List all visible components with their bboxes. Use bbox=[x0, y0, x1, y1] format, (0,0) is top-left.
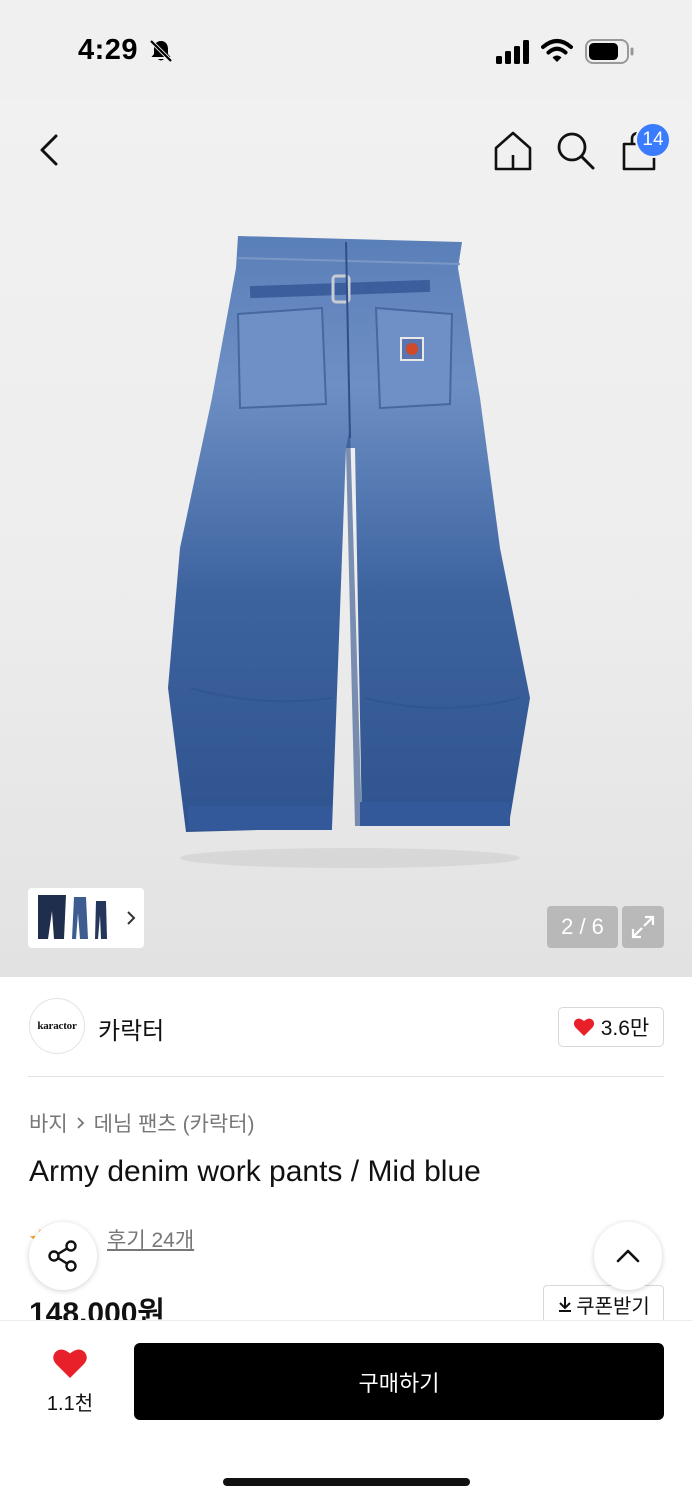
buy-button[interactable]: 구매하기 bbox=[134, 1343, 664, 1420]
home-icon[interactable] bbox=[490, 128, 536, 174]
expand-button[interactable] bbox=[622, 906, 664, 948]
status-time: 4:29 bbox=[78, 34, 139, 66]
thumbnail-image[interactable] bbox=[34, 893, 112, 943]
chevron-right-icon[interactable] bbox=[126, 910, 136, 926]
scroll-to-top-button[interactable] bbox=[594, 1222, 662, 1290]
brand-like-button[interactable]: 3.6만 bbox=[558, 1007, 664, 1047]
home-indicator[interactable] bbox=[223, 1478, 470, 1486]
brand-avatar[interactable]: karactor bbox=[29, 998, 85, 1054]
back-icon[interactable] bbox=[28, 128, 72, 172]
coupon-label: 쿠폰받기 bbox=[576, 1295, 650, 1318]
thumbnail-strip[interactable] bbox=[28, 888, 144, 948]
expand-icon bbox=[631, 915, 655, 939]
product-gallery[interactable]: 14 2 / 6 bbox=[0, 100, 692, 977]
share-button[interactable] bbox=[29, 1222, 97, 1290]
chevron-up-icon bbox=[616, 1249, 640, 1263]
brand-logo-text: karactor bbox=[37, 1020, 77, 1032]
coupon-button[interactable]: 쿠폰받기 bbox=[543, 1285, 664, 1323]
heart-icon bbox=[53, 1349, 87, 1378]
breadcrumb-item-category[interactable]: 바지 bbox=[29, 1108, 68, 1138]
bottom-action-bar: 1.1천 구매하기 bbox=[0, 1320, 692, 1500]
battery-icon bbox=[585, 39, 634, 64]
search-icon[interactable] bbox=[553, 128, 599, 174]
status-bar: 4:29 bbox=[0, 0, 692, 100]
divider bbox=[28, 1076, 664, 1077]
breadcrumb: 바지 데님 팬츠 (카락터) bbox=[29, 1108, 255, 1138]
image-page-counter: 2 / 6 bbox=[547, 906, 618, 948]
wishlist-button[interactable]: 1.1천 bbox=[28, 1347, 112, 1419]
brand-like-count: 3.6만 bbox=[600, 1017, 650, 1040]
signal-icon bbox=[496, 40, 529, 64]
chevron-right-icon bbox=[77, 1117, 84, 1129]
wishlist-count: 1.1천 bbox=[46, 1393, 94, 1415]
heart-icon bbox=[573, 1018, 594, 1036]
cart-count-badge: 14 bbox=[635, 122, 671, 158]
breadcrumb-item-subcategory[interactable]: 데님 팬츠 (카락터) bbox=[94, 1108, 255, 1138]
share-icon bbox=[48, 1240, 77, 1272]
review-link[interactable]: 후기 24개 bbox=[107, 1224, 194, 1254]
download-icon bbox=[559, 1297, 572, 1312]
wifi-icon bbox=[541, 39, 573, 62]
bell-off-icon bbox=[149, 39, 173, 63]
brand-name[interactable]: 카락터 bbox=[98, 1011, 164, 1046]
product-title: Army denim work pants / Mid blue bbox=[29, 1155, 481, 1188]
product-image[interactable] bbox=[150, 228, 550, 868]
